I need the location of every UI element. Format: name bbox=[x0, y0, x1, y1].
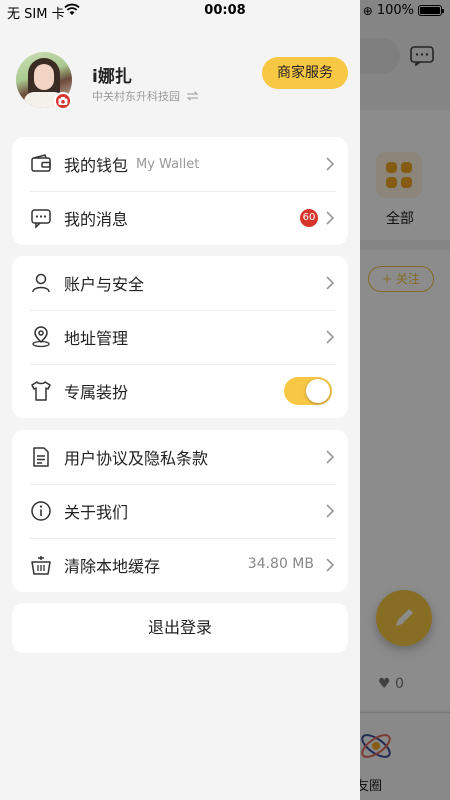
menu-item-label: 我的消息 bbox=[64, 210, 129, 229]
menu-item-clear-cache[interactable]: 清除本地缓存 34.80 MB bbox=[12, 538, 348, 592]
info-icon bbox=[30, 500, 52, 522]
document-icon bbox=[30, 446, 52, 468]
username: i娜扎 bbox=[92, 67, 132, 87]
menu-item-account-security[interactable]: 账户与安全 bbox=[12, 256, 348, 310]
menu-item-messages[interactable]: 我的消息 60 bbox=[12, 191, 348, 245]
menu-item-label: 关于我们 bbox=[64, 503, 129, 522]
menu-item-label: 清除本地缓存 bbox=[64, 557, 161, 576]
chevron-right-icon bbox=[326, 450, 334, 464]
menu-item-agreement[interactable]: 用户协议及隐私条款 bbox=[12, 430, 348, 484]
chevron-right-icon bbox=[326, 504, 334, 518]
merchant-service-button[interactable]: 商家服务 bbox=[262, 57, 348, 89]
tshirt-icon bbox=[30, 380, 52, 402]
menu-item-label: 用户协议及隐私条款 bbox=[64, 449, 209, 468]
unread-badge: 60 bbox=[300, 209, 318, 227]
menu-item-dress-up: 专属装扮 bbox=[12, 364, 348, 418]
menu-item-label: 专属装扮 bbox=[64, 383, 129, 402]
profile-header: i娜扎 中关村东升科技园 商家服务 bbox=[0, 46, 360, 116]
menu-item-label: 地址管理 bbox=[64, 329, 129, 348]
toggle-knob bbox=[306, 379, 330, 403]
menu-card-account: 账户与安全 地址管理 专属装扮 bbox=[12, 256, 348, 418]
chevron-right-icon bbox=[326, 558, 334, 572]
chevron-right-icon bbox=[326, 157, 334, 171]
orientation-lock-icon: ⊕ bbox=[362, 3, 373, 18]
dress-up-toggle[interactable] bbox=[284, 377, 332, 405]
menu-item-wallet[interactable]: 我的钱包 My Wallet bbox=[12, 137, 348, 191]
menu-card-wallet-messages: 我的钱包 My Wallet 我的消息 60 bbox=[12, 137, 348, 245]
chevron-right-icon bbox=[326, 276, 334, 290]
cache-size: 34.80 MB bbox=[247, 556, 314, 572]
side-drawer: i娜扎 中关村东升科技园 商家服务 我的钱包 My Wallet 我的消息 60 bbox=[0, 0, 360, 800]
camera-icon[interactable] bbox=[54, 92, 72, 110]
status-bar: 无 SIM 卡 00:08 ⊕ 100% bbox=[0, 0, 450, 22]
chevron-right-icon bbox=[326, 211, 334, 225]
menu-item-address[interactable]: 地址管理 bbox=[12, 310, 348, 364]
basket-icon bbox=[30, 554, 52, 576]
chevron-right-icon bbox=[326, 330, 334, 344]
menu-item-sublabel: My Wallet bbox=[136, 156, 200, 172]
location-icon bbox=[30, 326, 52, 348]
battery-percent: 100% bbox=[376, 3, 414, 18]
menu-item-label: 账户与安全 bbox=[64, 275, 145, 294]
menu-item-label: 我的钱包 bbox=[64, 156, 129, 175]
logout-button[interactable]: 退出登录 bbox=[12, 603, 348, 653]
organization-switcher[interactable]: 中关村东升科技园 bbox=[92, 88, 199, 104]
menu-card-about: 用户协议及隐私条款 关于我们 清除本地缓存 34.80 MB bbox=[12, 430, 348, 592]
message-icon bbox=[30, 207, 52, 229]
switch-icon[interactable] bbox=[186, 91, 199, 101]
wallet-icon bbox=[30, 153, 52, 175]
user-icon bbox=[30, 272, 52, 294]
organization-name: 中关村东升科技园 bbox=[92, 90, 180, 103]
battery-icon bbox=[418, 5, 444, 16]
menu-item-about-us[interactable]: 关于我们 bbox=[12, 484, 348, 538]
